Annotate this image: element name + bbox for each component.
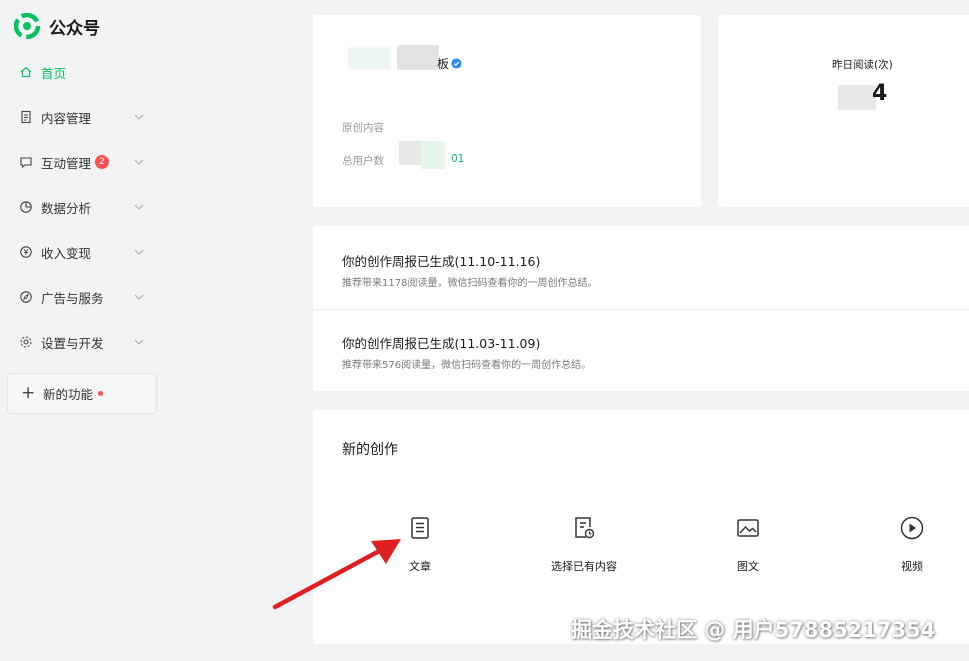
chevron-down-icon [134,294,144,300]
sidebar-item-label: 互动管理 [41,155,92,171]
sidebar-item-ads[interactable]: 广告与服务 [0,277,160,317]
account-name: 板 [437,55,462,72]
image-text-icon [737,519,759,537]
chat-icon [19,155,33,169]
compass-icon [19,290,33,304]
document-icon [19,110,33,124]
report-title: 你的创作周报已生成(11.10-11.16) [342,254,541,269]
gear-icon [19,335,33,349]
blurred-users-value [421,141,445,169]
weekly-report-item[interactable]: 你的创作周报已生成(11.03-11.09) 推荐带来576阅读量，微信扫码查看… [342,333,942,371]
plus-icon: + [21,383,36,403]
report-title: 你的创作周报已生成(11.03-11.09) [342,336,541,351]
total-users-value: 01 [451,153,465,165]
new-feature-label: 新的功能 [43,387,94,402]
chevron-down-icon [134,114,144,120]
create-label: 图文 [737,560,759,573]
sidebar-item-home[interactable]: 首页 [0,52,160,92]
watermark-text: 掘金技术社区 @ 用户57885217354 [571,618,936,642]
sidebar-item-content[interactable]: 内容管理 [0,97,160,137]
brand-name: 公众号 [49,18,100,39]
sidebar-item-interaction[interactable]: 互动管理 2 [0,142,160,182]
chevron-down-icon [134,339,144,345]
new-creation-title: 新的创作 [342,442,398,458]
chevron-down-icon [134,204,144,210]
home-icon [19,65,33,79]
account-name-text: 板 [437,57,450,71]
create-image-text-button[interactable]: 图文 [693,515,803,575]
sidebar-item-analytics[interactable]: 数据分析 [0,187,160,227]
report-description: 推荐带来1178阅读量，微信扫码查看你的一周创作总结。 [342,278,598,289]
blurred-account-name [397,45,439,70]
account-profile-card: 板 原创内容 总用户数 01 [313,15,701,207]
article-icon [411,517,429,539]
yen-icon [19,245,33,259]
red-dot-indicator [98,391,104,396]
weekly-report-item[interactable]: 你的创作周报已生成(11.10-11.16) 推荐带来1178阅读量，微信扫码查… [342,251,942,289]
existing-content-icon [575,517,595,539]
chevron-down-icon [134,249,144,255]
report-description: 推荐带来576阅读量，微信扫码查看你的一周创作总结。 [342,360,592,371]
original-content-label: 原创内容 [342,122,384,134]
sidebar-item-label: 首页 [41,65,67,81]
blurred-reads-value [838,85,876,110]
yesterday-reads-label: 昨日阅读(次) [832,59,893,71]
verified-check-icon [451,58,462,69]
divider [313,309,969,310]
chevron-down-icon [134,159,144,165]
blurred-avatar [348,47,390,69]
create-label: 视频 [901,560,923,573]
yesterday-reads-card: 昨日阅读(次) 4 [718,15,969,207]
new-creation-card: 新的创作 文章 选择已有内容 图文 视频 [313,410,969,644]
notification-badge: 2 [95,155,110,169]
create-video-button[interactable]: 视频 [857,515,967,575]
sidebar: 公众号 首页 内容管理 互动管理 2 数据分析 收入变现 广告与服务 设置与开发… [0,0,170,661]
sidebar-item-label: 收入变现 [41,245,92,261]
sidebar-item-label: 设置与开发 [41,335,104,351]
video-play-icon [900,516,924,540]
sidebar-item-label: 广告与服务 [41,290,104,306]
total-users-label: 总用户数 [342,155,384,167]
yesterday-reads-value: 4 [872,81,888,106]
weekly-report-card: 你的创作周报已生成(11.10-11.16) 推荐带来1178阅读量，微信扫码查… [313,226,969,391]
sidebar-item-label: 内容管理 [41,110,92,126]
wechat-official-logo-icon [14,13,40,39]
blurred-users-value [399,141,423,165]
sidebar-item-settings[interactable]: 设置与开发 [0,322,160,362]
pie-chart-icon [19,200,33,214]
choose-existing-content-button[interactable]: 选择已有内容 [529,515,639,575]
sidebar-item-label: 数据分析 [41,200,92,216]
new-feature-button[interactable]: + 新的功能 [7,373,157,414]
brand[interactable]: 公众号 [14,12,100,40]
sidebar-item-monetization[interactable]: 收入变现 [0,232,160,272]
create-label: 选择已有内容 [551,560,617,573]
annotation-arrow-icon [272,539,401,610]
